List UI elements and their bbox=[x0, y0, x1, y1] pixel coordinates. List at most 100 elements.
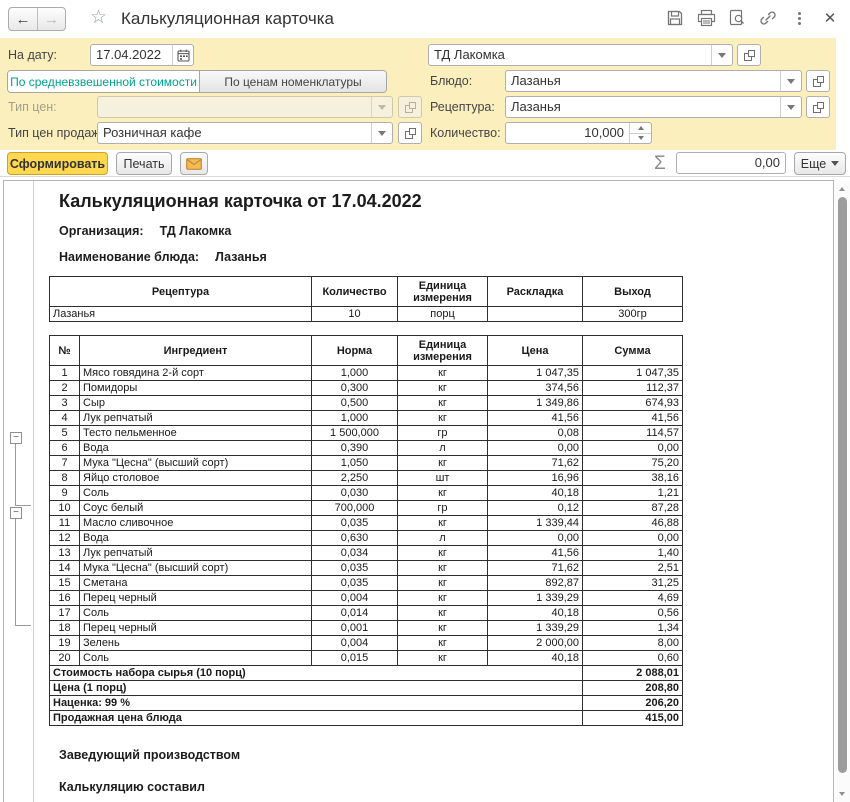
toggle-average-cost[interactable]: По средневзвешенной стоимости bbox=[8, 71, 200, 92]
sigma-icon: Σ bbox=[654, 153, 666, 175]
column-header: Выход bbox=[583, 277, 683, 307]
back-icon: ← bbox=[16, 11, 31, 28]
ingredient-row: 9 Соль 0,030 кг 40,18 1,21 bbox=[50, 486, 683, 501]
preview-button[interactable] bbox=[727, 8, 747, 28]
cost-method-toggle: По средневзвешенной стоимости По ценам н… bbox=[7, 70, 387, 93]
ingredient-row: 19 Зелень 0,004 кг 2 000,00 8,00 bbox=[50, 636, 683, 651]
recipe-table: РецептураКоличествоЕдиница измеренияРаск… bbox=[49, 276, 683, 322]
preview-icon bbox=[728, 9, 746, 27]
organization-choose-button[interactable] bbox=[737, 44, 761, 66]
sale-price-type-label: Тип цен продаж: bbox=[8, 122, 103, 144]
totals-body: Стоимость набора сырья (10 порц) 2 088,0… bbox=[50, 666, 683, 726]
spin-up-button[interactable] bbox=[630, 123, 651, 133]
column-header: Ингредиент bbox=[80, 336, 312, 366]
ingredient-row: 17 Соль 0,014 кг 40,18 0,56 bbox=[50, 606, 683, 621]
column-header: Рецептура bbox=[50, 277, 312, 307]
dish-dropdown[interactable] bbox=[780, 71, 801, 91]
print-button[interactable] bbox=[696, 8, 716, 28]
ingredient-row: 2 Помидоры 0,300 кг 374,56 112,37 bbox=[50, 381, 683, 396]
org-value: ТД Лакомка bbox=[160, 224, 232, 238]
organization-field[interactable]: ТД Лакомка bbox=[428, 44, 733, 66]
dish-choose-button[interactable] bbox=[806, 70, 830, 92]
column-header: Норма bbox=[312, 336, 398, 366]
print-icon bbox=[697, 9, 716, 27]
page-title: Калькуляционная карточка bbox=[121, 9, 334, 29]
dropdown-arrow-icon bbox=[787, 79, 795, 84]
dropdown-arrow-icon bbox=[787, 105, 795, 110]
generate-button[interactable]: Сформировать bbox=[7, 152, 108, 175]
recipe-field[interactable]: Лазанья bbox=[505, 96, 802, 118]
calendar-icon bbox=[177, 49, 190, 62]
recipe-table-head: РецептураКоличествоЕдиница измеренияРаск… bbox=[50, 277, 683, 307]
get-link-button[interactable] bbox=[758, 8, 778, 28]
group-bracket bbox=[15, 444, 31, 506]
vertical-scrollbar[interactable] bbox=[835, 181, 850, 802]
quantity-stepper[interactable]: 10,000 bbox=[505, 122, 652, 144]
link-icon bbox=[759, 9, 777, 27]
collapse-group-button[interactable]: − bbox=[10, 507, 22, 519]
choose-icon bbox=[405, 102, 416, 113]
sale-price-type-dropdown[interactable] bbox=[371, 123, 392, 143]
close-button[interactable]: ✕ bbox=[820, 8, 840, 28]
more-menu-button[interactable] bbox=[789, 8, 809, 28]
signature-calculated-by: Калькуляцию составил bbox=[59, 780, 819, 794]
column-header: № bbox=[50, 336, 80, 366]
ingredient-row: 13 Лук репчатый 0,034 кг 41,56 1,40 bbox=[50, 546, 683, 561]
sum-input[interactable]: 0,00 bbox=[676, 152, 786, 174]
spin-up-icon bbox=[638, 126, 644, 130]
column-header: Сумма bbox=[583, 336, 683, 366]
price-type-label: Тип цен: bbox=[8, 96, 57, 118]
back-button[interactable]: ← bbox=[9, 8, 37, 30]
forward-button[interactable]: → bbox=[37, 8, 65, 30]
recipe-dropdown[interactable] bbox=[780, 97, 801, 117]
ingredient-row: 18 Перец черный 0,001 кг 1 339,29 1,34 bbox=[50, 621, 683, 636]
org-label: Организация: bbox=[59, 224, 144, 238]
total-row: Наценка: 99 % 206,20 bbox=[50, 696, 683, 711]
save-button[interactable] bbox=[665, 8, 685, 28]
price-type-choose-button bbox=[398, 96, 422, 118]
recipe-label: Рецептура: bbox=[430, 96, 495, 118]
choose-icon bbox=[813, 76, 824, 87]
ingredient-row: 6 Вода 0,390 л 0,00 0,00 bbox=[50, 441, 683, 456]
ingredient-row: 20 Соль 0,015 кг 40,18 0,60 bbox=[50, 651, 683, 666]
spin-down-button[interactable] bbox=[630, 133, 651, 144]
calendar-button[interactable] bbox=[172, 45, 193, 65]
ingredient-row: 5 Тесто пельменное 1 500,000 гр 0,08 114… bbox=[50, 426, 683, 441]
favorite-star-icon[interactable]: ☆ bbox=[90, 8, 107, 28]
scrollbar-thumb[interactable] bbox=[838, 197, 847, 773]
ingredient-row: 8 Яйцо столовое 2,250 шт 16,96 38,16 bbox=[50, 471, 683, 486]
ingredients-table-head: №ИнгредиентНормаЕдиница измеренияЦенаСум… bbox=[50, 336, 683, 366]
date-input[interactable]: 17.04.2022 bbox=[90, 44, 194, 66]
print-report-button[interactable]: Печать bbox=[116, 152, 172, 175]
sale-price-type-choose-button[interactable] bbox=[398, 122, 422, 144]
organization-dropdown[interactable] bbox=[711, 45, 732, 65]
ingredient-row: 4 Лук репчатый 1,000 кг 41,56 41,56 bbox=[50, 411, 683, 426]
grouping-gutter: − − bbox=[4, 181, 34, 802]
recipe-choose-button[interactable] bbox=[806, 96, 830, 118]
report-org-line: Организация: ТД Лакомка bbox=[59, 224, 819, 238]
choose-icon bbox=[813, 102, 824, 113]
collapse-group-button[interactable]: − bbox=[10, 432, 22, 444]
price-type-dropdown bbox=[371, 97, 392, 117]
ingredient-row: 16 Перец черный 0,004 кг 1 339,29 4,69 bbox=[50, 591, 683, 606]
ingredient-row: 12 Вода 0,630 л 0,00 0,00 bbox=[50, 531, 683, 546]
send-email-button[interactable] bbox=[180, 152, 208, 175]
dish-field[interactable]: Лазанья bbox=[505, 70, 802, 92]
report-title: Калькуляционная карточка от 17.04.2022 bbox=[59, 191, 819, 212]
total-row: Цена (1 порц) 208,80 bbox=[50, 681, 683, 696]
scrollbar-down-icon[interactable] bbox=[839, 792, 845, 796]
sale-price-type-field[interactable]: Розничная кафе bbox=[97, 122, 393, 144]
more-actions-button[interactable]: Еще bbox=[794, 152, 846, 175]
toolbar-separator bbox=[0, 176, 850, 177]
ingredient-row: 11 Масло сливочное 0,035 кг 1 339,44 46,… bbox=[50, 516, 683, 531]
toggle-nomenclature-prices[interactable]: По ценам номенклатуры bbox=[200, 71, 386, 92]
ingredients-table: №ИнгредиентНормаЕдиница измеренияЦенаСум… bbox=[49, 335, 683, 726]
date-label: На дату: bbox=[8, 44, 57, 66]
column-header: Единица измерения bbox=[398, 277, 488, 307]
dropdown-arrow-icon bbox=[378, 131, 386, 136]
scrollbar-up-icon[interactable] bbox=[839, 187, 845, 191]
dish-label: Блюдо: bbox=[430, 70, 472, 92]
ingredient-row: 10 Соус белый 700,000 гр 0,12 87,28 bbox=[50, 501, 683, 516]
ingredient-row: 14 Мука "Цесна" (высший сорт) 0,035 кг 7… bbox=[50, 561, 683, 576]
column-header: Количество bbox=[312, 277, 398, 307]
